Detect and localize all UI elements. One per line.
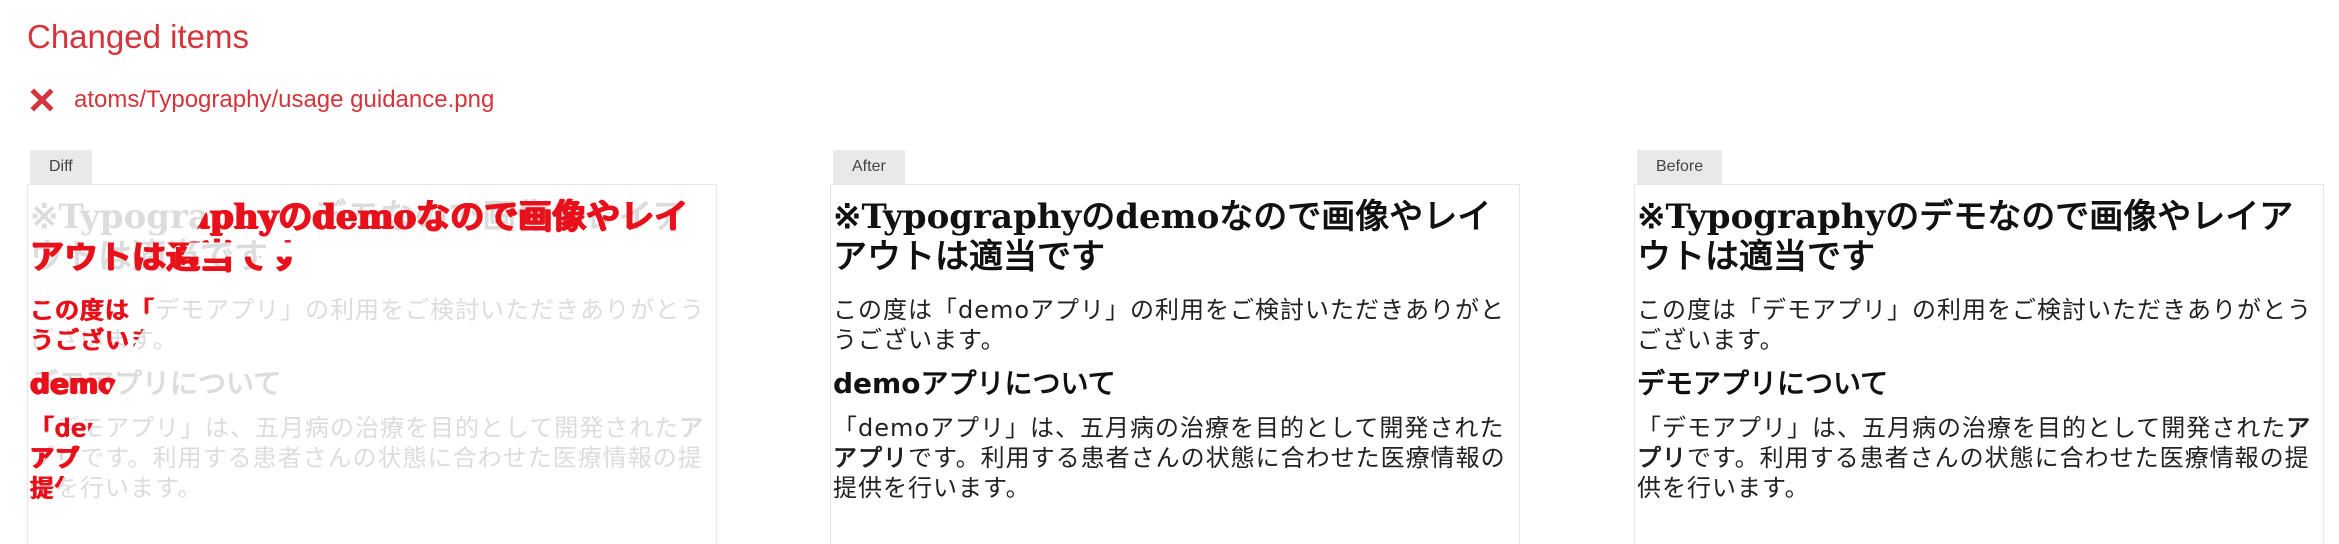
before-tab: Before	[1637, 150, 1723, 184]
after-body-pre: 「demoアプリ」は、五月病の治療を目的として開発された	[833, 414, 1505, 442]
after-tab: After	[833, 150, 905, 184]
diff-image: ※Typographyのデモなので画像やレイアウトは適当です この度は「デモアプ…	[27, 184, 717, 544]
before-subheading: デモアプリについて	[1637, 367, 1889, 400]
after-image: ※Typographyのdemoなので画像やレイアウトは適当です この度は「de…	[830, 184, 1520, 544]
before-body: 「デモアプリ」は、五月病の治療を目的として開発されたアプリです。利用する患者さん…	[1637, 413, 2323, 503]
after-body-strong: アプリ	[833, 444, 908, 472]
x-mark-icon	[30, 88, 54, 112]
changed-item-path[interactable]: atoms/Typography/usage guidance.png	[74, 86, 494, 114]
before-document: ※Typographyのデモなので画像やレイアウトは適当です この度は「デモアプ…	[1635, 197, 2323, 503]
before-heading: ※Typographyのデモなので画像やレイアウトは適当です	[1637, 197, 2294, 277]
changed-item-row[interactable]: atoms/Typography/usage guidance.png	[30, 86, 494, 114]
before-image: ※Typographyのデモなので画像やレイアウトは適当です この度は「デモアプ…	[1634, 184, 2324, 544]
diff-before-subheading: デモアプリについて	[30, 367, 282, 400]
before-body-pre: 「デモアプリ」は、五月病の治療を目的として開発された	[1637, 414, 2287, 442]
before-body-post: です。利用する患者さんの状態に合わせた医療情報の提供を行います。	[1637, 444, 2310, 502]
after-subheading: demoアプリについて	[833, 367, 1116, 400]
diff-before-body: 「デモアプリ」は、五月病の治療を目的として開発されたアプリです。利用する患者さん…	[30, 414, 705, 502]
before-intro: この度は「デモアプリ」の利用をご検討いただきありがとうございます。	[1637, 296, 2312, 354]
after-body: 「demoアプリ」は、五月病の治療を目的として開発されたアプリです。利用する患者…	[833, 413, 1519, 503]
after-body-post: です。利用する患者さんの状態に合わせた医療情報の提供を行います。	[833, 444, 1506, 502]
before-panel: Before ※Typographyのデモなので画像やレイアウトは適当です この…	[1634, 150, 2324, 544]
after-intro: この度は「demoアプリ」の利用をご検討いただきありがとうございます。	[833, 296, 1506, 354]
section-title: Changed items	[27, 18, 249, 55]
diff-panel: Diff ※Typographyのデモなので画像やレイアウトは適当です この度は…	[27, 150, 717, 544]
after-document: ※Typographyのdemoなので画像やレイアウトは適当です この度は「de…	[831, 197, 1519, 503]
diff-tab: Diff	[30, 150, 92, 184]
after-heading: ※Typographyのdemoなので画像やレイアウトは適当です	[833, 197, 1492, 277]
after-panel: After ※Typographyのdemoなので画像やレイアウトは適当です こ…	[830, 150, 1520, 544]
